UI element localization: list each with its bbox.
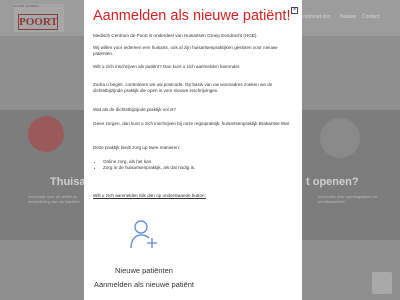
click-button-text: Wilt u zich aanmelden klik dan op onders… [93,193,206,198]
care-ways-text: Deze praktijk biedt zorg op twee maniere… [93,145,181,150]
nav-item-ontmoet[interactable]: ontmoet ons [303,14,331,20]
site-logo[interactable]: ALTOZ AANDEN POORT [14,4,64,32]
nav-item-nieuws[interactable]: Nieuws [340,14,356,20]
new-patients-button-subtitle[interactable]: Aanmelden als nieuwe patiënt [84,280,204,289]
signup-prompt: Wilt u zich inschrijven als patiënt? Dan… [93,64,241,69]
list-item: Zorg in de huisartsenpraktijk, als dat n… [103,165,287,171]
nav-item-contact[interactable]: Contact [362,14,379,20]
full-practice-question: Wat als de dichtstbijzijnde praktijk vol… [93,107,176,112]
add-user-icon[interactable] [128,218,160,250]
logo-name: POORT [18,14,58,30]
openen-subtitle: Informatie over openingstijden en bereik… [318,194,378,204]
thuisarts-icon [28,116,64,152]
new-patient-modal: × Aanmelden als nieuwe patiënt! Medisch … [84,0,302,300]
new-patients-button-title[interactable]: Nieuwe patiënten [84,266,204,275]
logo-tagline: ALTOZ AANDEN [14,4,39,8]
thuisarts-subtitle: Informatie over de ziekte en behandeling… [28,194,80,204]
recaptcha-badge[interactable] [372,272,392,294]
intro-text: Medisch Centrum de Poort is onderdeel va… [93,33,258,38]
regio-practice-text: Geen zorgen, dan kunt u zich inschrijven… [93,121,290,126]
modal-title: Aanmelden als nieuwe patiënt! [93,8,291,24]
info-text: Wij willen voor iedereen een huisarts, o… [93,45,278,57]
care-list: Online zorg, als het kan. Zorg in de hui… [97,159,287,172]
openen-title[interactable]: t openen? [306,176,359,188]
postcode-text: Zodra u begint, controleren we uw postco… [93,82,273,94]
close-icon[interactable]: × [291,7,298,14]
clock-icon [320,118,360,158]
